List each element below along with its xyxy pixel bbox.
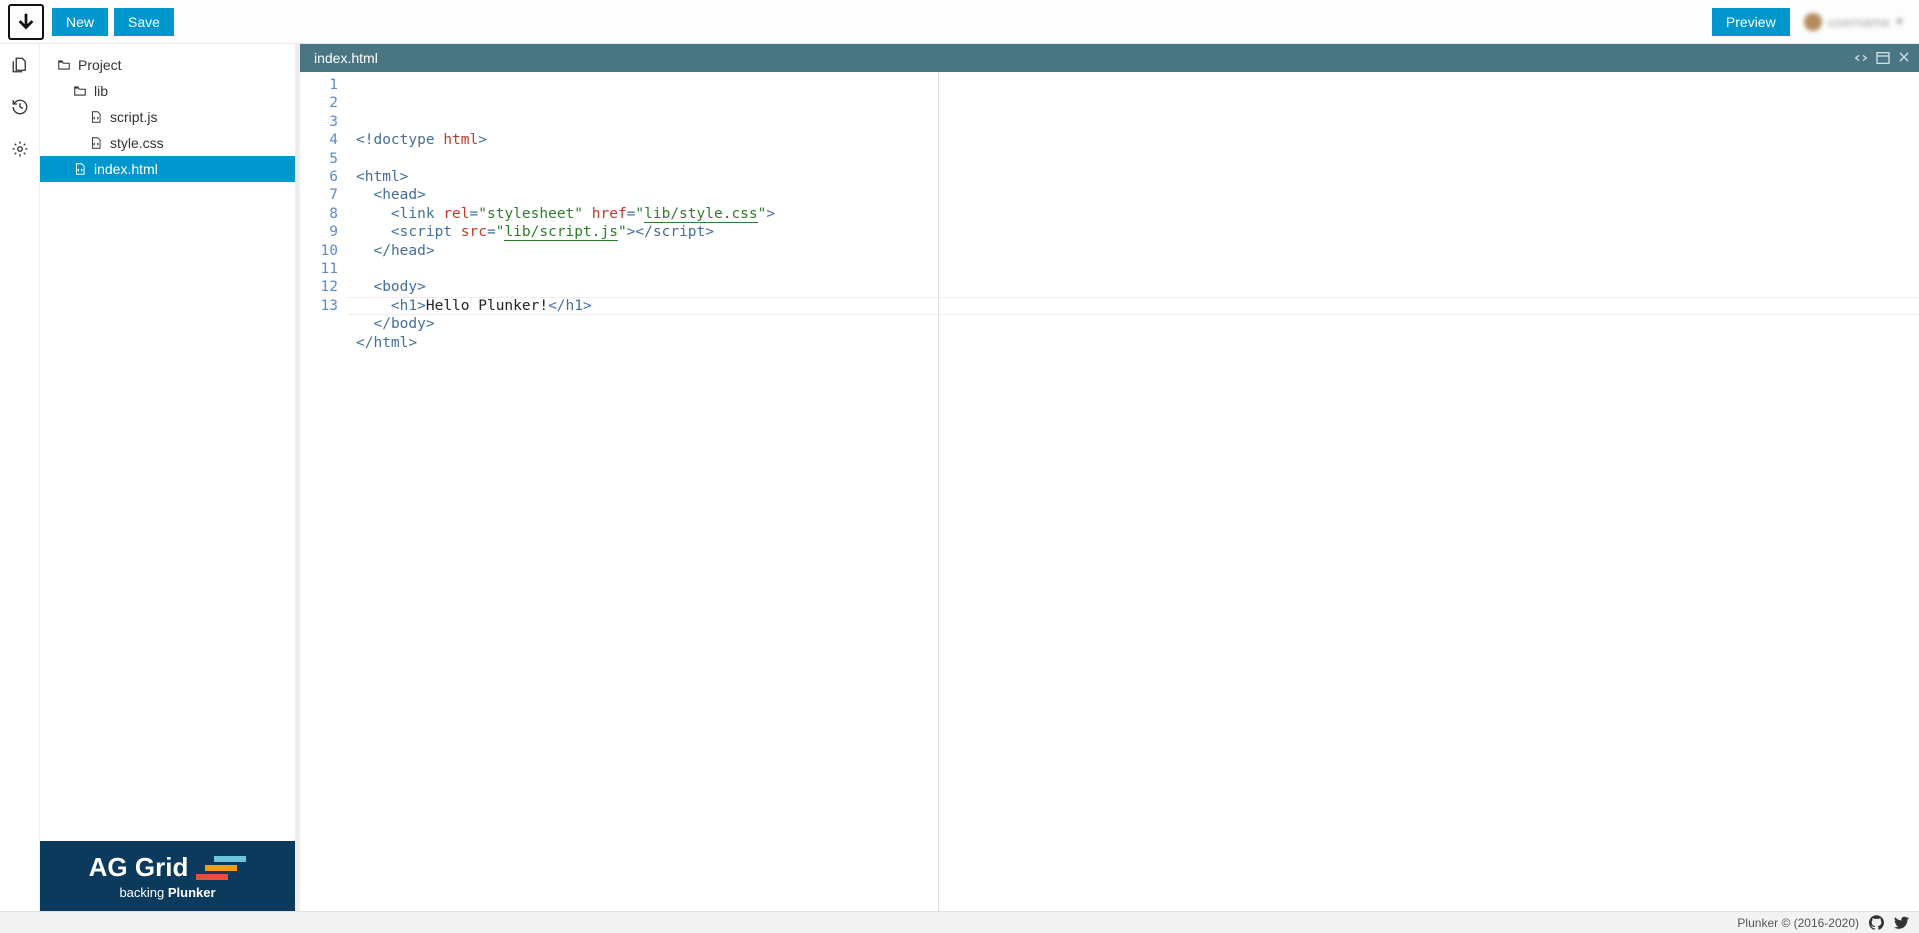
layout-icon[interactable] xyxy=(1875,50,1891,66)
save-button[interactable]: Save xyxy=(114,8,174,36)
copyright-text: Plunker © (2016-2020) xyxy=(1737,916,1859,930)
tree-root-project[interactable]: Project xyxy=(40,52,295,78)
file-code-icon xyxy=(88,110,104,124)
tree-label: Project xyxy=(78,57,122,73)
tree-label: lib xyxy=(94,83,108,99)
history-icon[interactable] xyxy=(11,98,29,116)
settings-icon[interactable] xyxy=(11,140,29,158)
github-icon[interactable] xyxy=(1869,915,1884,930)
code-content[interactable]: <!doctype html><html> <head> <link rel="… xyxy=(348,72,1919,911)
sponsor-subtitle: backing Plunker xyxy=(119,885,215,900)
files-icon[interactable] xyxy=(11,56,29,74)
user-name: username xyxy=(1828,14,1890,30)
sponsor-banner[interactable]: AG Grid backing Plunker xyxy=(40,841,295,911)
tree-file-index[interactable]: index.html xyxy=(40,156,295,182)
new-button[interactable]: New xyxy=(52,8,108,36)
code-editor[interactable]: 12345678910111213 <!doctype html><html> … xyxy=(300,72,1919,911)
line-gutter: 12345678910111213 xyxy=(300,72,348,911)
tree-label: style.css xyxy=(110,135,164,151)
chevron-down-icon: ▾ xyxy=(1896,13,1903,30)
avatar xyxy=(1804,13,1822,31)
preview-button[interactable]: Preview xyxy=(1712,8,1790,36)
folder-open-icon xyxy=(56,58,72,72)
file-code-icon xyxy=(88,136,104,150)
close-icon[interactable] xyxy=(1897,50,1911,66)
file-code-icon xyxy=(72,162,88,176)
tree-file-script[interactable]: script.js xyxy=(40,104,295,130)
editor-tab-index[interactable]: index.html xyxy=(300,44,392,72)
tree-file-style[interactable]: style.css xyxy=(40,130,295,156)
file-tree: Project lib script.js style.css index.ht… xyxy=(40,44,295,841)
footer: Plunker © (2016-2020) xyxy=(0,911,1919,933)
twitter-icon[interactable] xyxy=(1894,915,1909,930)
tree-folder-lib[interactable]: lib xyxy=(40,78,295,104)
tree-label: script.js xyxy=(110,109,157,125)
tree-label: index.html xyxy=(94,161,158,177)
folder-open-icon xyxy=(72,84,88,98)
editor-panel: index.html 12345678910111213 <!doctype h… xyxy=(296,44,1919,911)
toggle-code-icon[interactable] xyxy=(1853,50,1869,66)
print-margin xyxy=(938,72,939,911)
activity-bar xyxy=(0,44,40,911)
user-menu[interactable]: username ▾ xyxy=(1796,13,1911,31)
sponsor-title: AG Grid xyxy=(89,852,189,883)
topbar: New Save Preview username ▾ xyxy=(0,0,1919,44)
sidebar: Project lib script.js style.css index.ht… xyxy=(40,44,296,911)
ag-grid-logo-icon xyxy=(196,856,246,880)
editor-tabbar: index.html xyxy=(300,44,1919,72)
download-arrow-icon xyxy=(15,11,37,33)
plunker-logo[interactable] xyxy=(8,4,44,40)
